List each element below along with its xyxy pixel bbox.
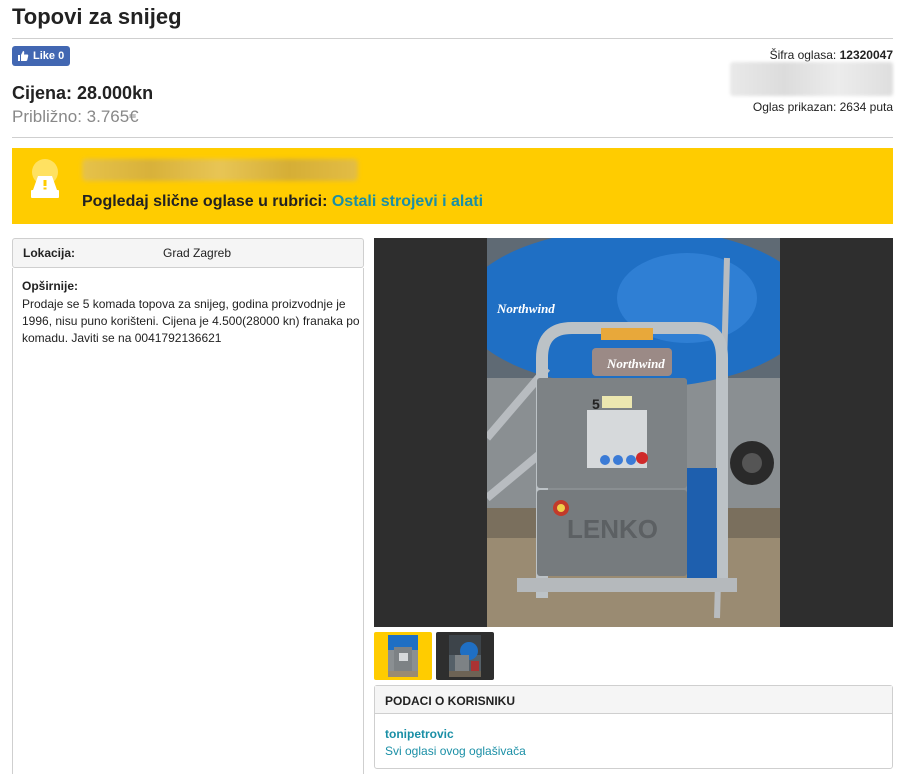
ad-code: Šifra oglasa: 12320047: [770, 48, 893, 62]
category-link[interactable]: Ostali strojevi i alati: [332, 193, 483, 210]
thumbs-up-icon: [18, 51, 29, 61]
similar-ads-banner: Pogledaj slične oglase u rubrici: Ostali…: [12, 148, 893, 224]
main-photo[interactable]: Northwind Northwind 5 LENKO: [487, 238, 780, 627]
description-panel: Opširnije: Prodaje se 5 komada topova za…: [12, 268, 364, 774]
svg-text:Northwind: Northwind: [496, 301, 555, 316]
user-info-title: PODACI O KORISNIKU: [385, 694, 516, 708]
svg-text:LENKO: LENKO: [567, 514, 658, 544]
divider: [12, 137, 893, 138]
facebook-like-button[interactable]: Like 0: [12, 46, 71, 66]
username-link[interactable]: tonipetrovic: [385, 727, 454, 741]
thumbnail-2[interactable]: [436, 632, 494, 680]
thumbnail-image: [388, 635, 418, 677]
thumbnail-1-selected[interactable]: [374, 632, 432, 680]
thumbnail-image: [449, 635, 481, 677]
svg-text:5: 5: [592, 396, 600, 412]
price-approx-eur: Približno: 3.765€: [12, 107, 139, 126]
location-row: Lokacija: Grad Zagreb: [12, 238, 364, 268]
redacted-banner-text: [82, 159, 358, 181]
location-label: Lokacija:: [23, 246, 76, 260]
description-label: Opširnije:: [22, 279, 79, 293]
divider: [12, 38, 893, 39]
view-count: Oglas prikazan: 2634 puta: [752, 100, 893, 114]
svg-text:Northwind: Northwind: [606, 356, 665, 371]
northwind-logo-blue: Northwind: [496, 301, 555, 316]
main-photo-frame[interactable]: Northwind Northwind 5 LENKO: [374, 238, 893, 627]
banner-text: Pogledaj slične oglase u rubrici:: [82, 193, 332, 210]
location-value: Grad Zagreb: [163, 246, 232, 260]
page-title: Topovi za snijeg: [12, 4, 182, 29]
user-info-header: PODACI O KORISNIKU: [375, 686, 892, 714]
ad-code-label: Šifra oglasa:: [769, 48, 840, 62]
alert-banner-icon: [31, 159, 59, 198]
description-text: Prodaje se 5 komada topova za snijeg, go…: [22, 297, 360, 345]
banner-message: Pogledaj slične oglase u rubrici: Ostali…: [82, 193, 483, 211]
all-user-ads-link[interactable]: Svi oglasi ovog oglašivača: [385, 744, 526, 758]
redacted-contact: [730, 62, 893, 96]
ad-code-value: 12320047: [839, 48, 893, 62]
price: Cijena: 28.000kn: [12, 83, 154, 103]
facebook-like-label: Like 0: [33, 50, 65, 62]
user-info-panel: PODACI O KORISNIKU tonipetrovic Svi ogla…: [374, 685, 893, 769]
